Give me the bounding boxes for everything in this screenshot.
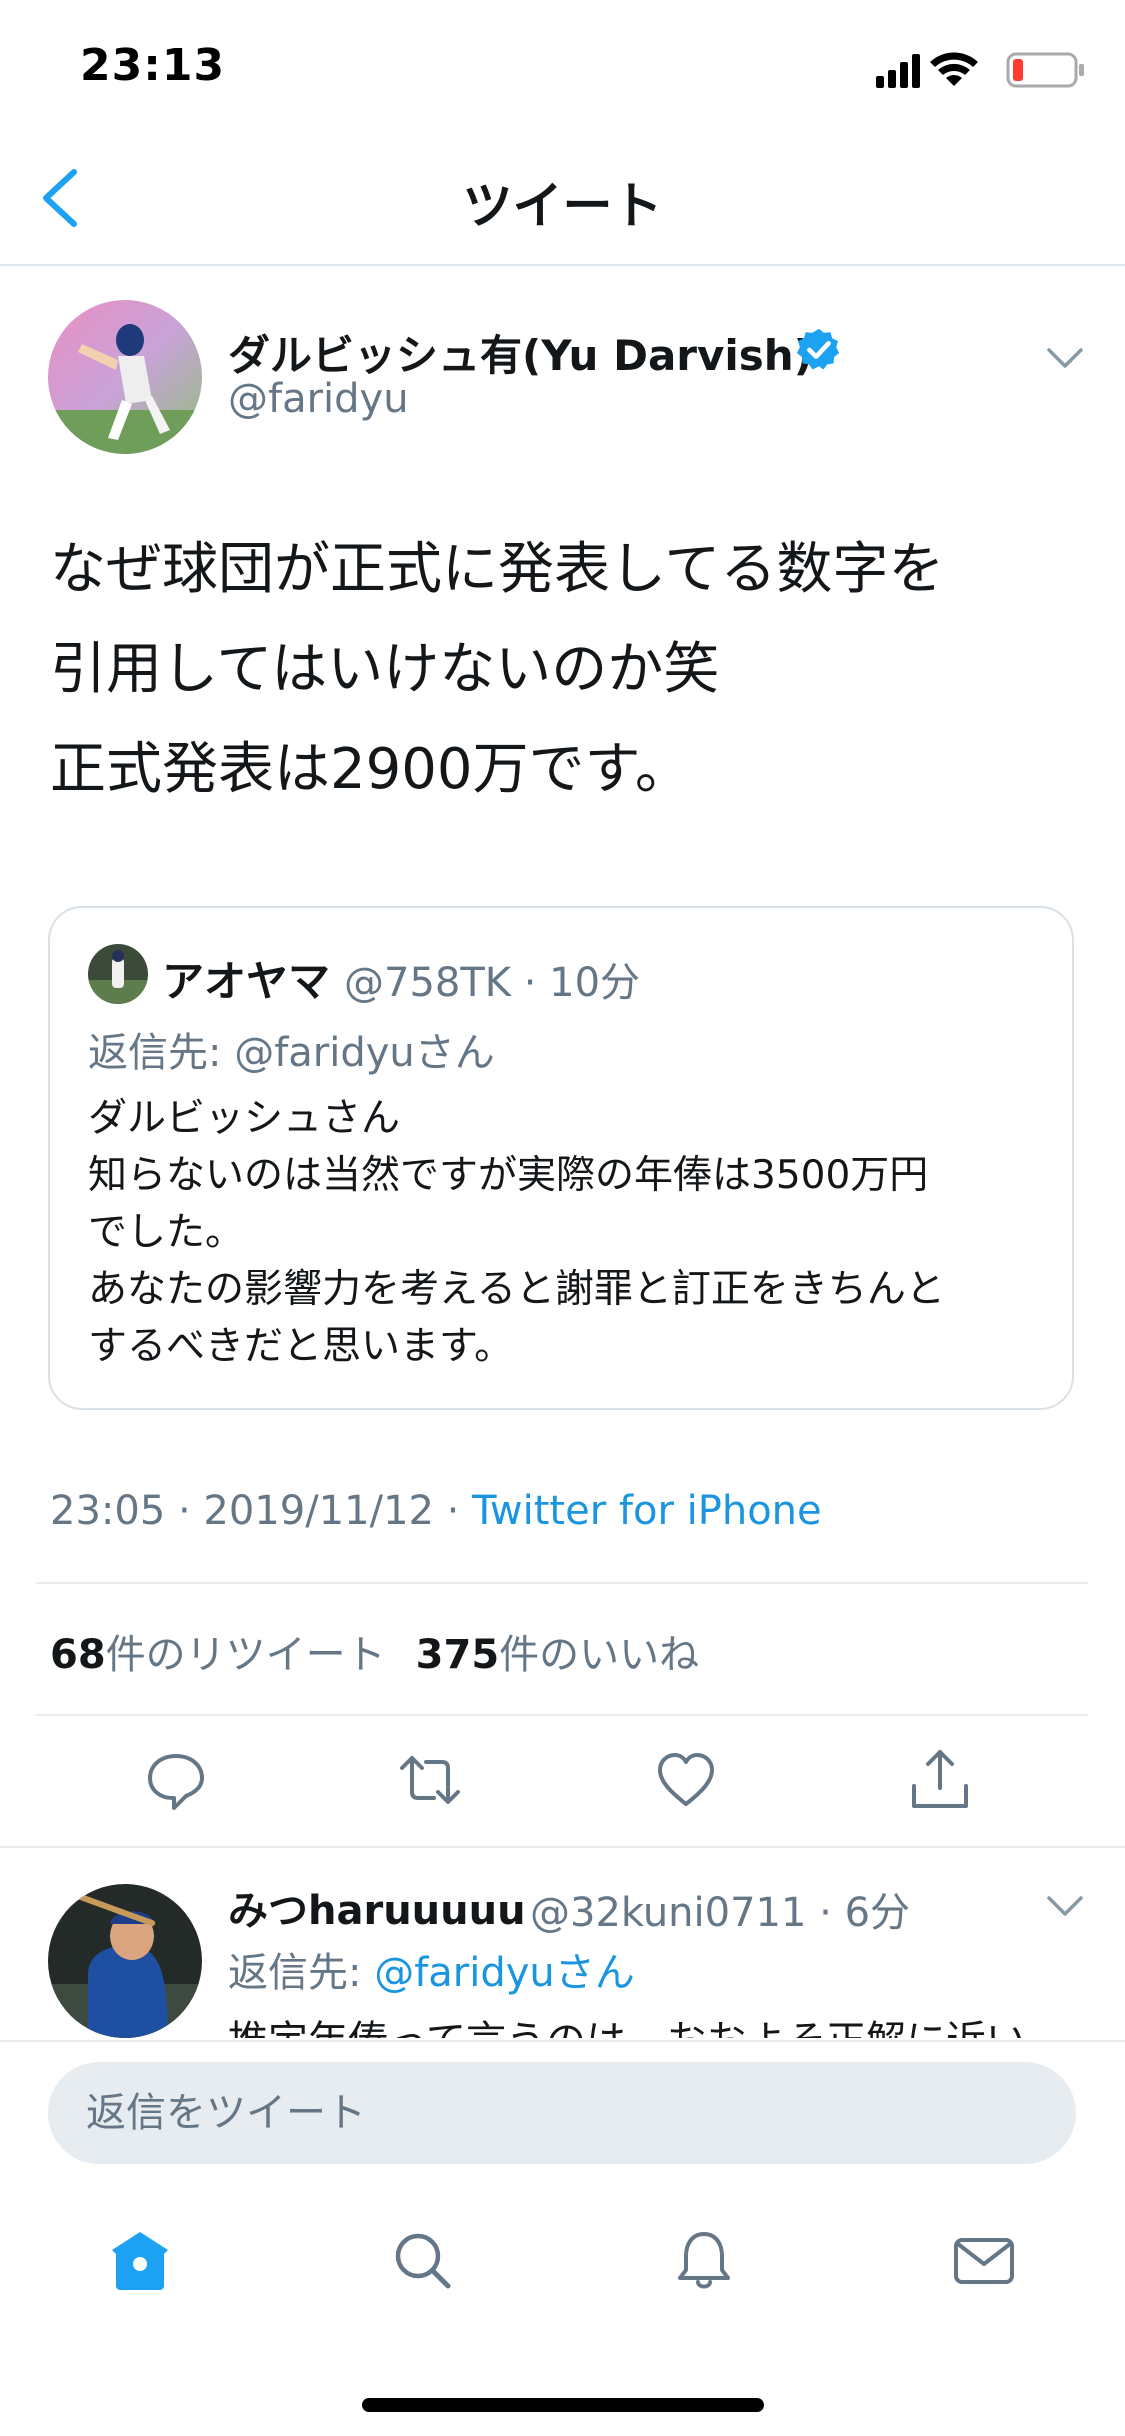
reply-mention-link[interactable]: @faridyuさん bbox=[374, 1950, 635, 1996]
timestamp-text: 23:05 · 2019/11/12 · bbox=[50, 1488, 473, 1534]
status-icons bbox=[876, 52, 1084, 88]
reply-text: 推定年俸って言うのは、おおよそ正解に近い bbox=[228, 2008, 1026, 2038]
verified-badge-icon bbox=[796, 328, 840, 370]
reply-author-avatar[interactable] bbox=[48, 1884, 202, 2038]
wifi-icon bbox=[930, 52, 978, 86]
search-icon[interactable] bbox=[390, 2228, 454, 2292]
like-stat[interactable]: 375件のいいね bbox=[416, 1632, 700, 1678]
like-count: 375 bbox=[415, 1632, 500, 1678]
reply-compose-input[interactable] bbox=[48, 2062, 1076, 2164]
divider bbox=[36, 1714, 1088, 1716]
reply-to-prefix: 返信先: bbox=[228, 1950, 375, 1996]
retweet-stat[interactable]: 68件のリツイート bbox=[50, 1632, 386, 1678]
tweet-stats: 68件のリツイート 375件のいいね bbox=[50, 1622, 699, 1680]
home-icon[interactable] bbox=[108, 2228, 172, 2292]
retweet-count: 68 bbox=[50, 1632, 106, 1678]
share-icon[interactable] bbox=[908, 1748, 972, 1812]
status-time: 23:13 bbox=[80, 40, 226, 91]
divider bbox=[0, 264, 1125, 266]
quoted-tweet-text: ダルビッシュさん 知らないのは当然ですが実際の年俸は3500万円 でした。 あな… bbox=[88, 1096, 945, 1369]
tweet-timestamp: 23:05 · 2019/11/12 · Twitter for iPhone bbox=[50, 1488, 822, 1534]
signal-icon bbox=[876, 54, 920, 88]
page-title: ツイート bbox=[462, 177, 663, 235]
like-icon[interactable] bbox=[654, 1748, 718, 1812]
tweet-source-link[interactable]: Twitter for iPhone bbox=[472, 1488, 822, 1534]
divider bbox=[0, 1846, 1125, 1848]
author-handle[interactable]: @faridyu bbox=[228, 376, 409, 422]
reply-icon[interactable] bbox=[144, 1748, 208, 1812]
messages-icon[interactable] bbox=[952, 2228, 1016, 2292]
battery-icon bbox=[1006, 52, 1084, 88]
reply-handle-time: @32kuni0711 · 6分 bbox=[530, 1890, 911, 1936]
retweet-label: 件のリツイート bbox=[105, 1632, 386, 1678]
notifications-icon[interactable] bbox=[672, 2228, 736, 2292]
chevron-down-icon[interactable] bbox=[1046, 1894, 1084, 1918]
author-name[interactable]: ダルビッシュ有(Yu Darvish) bbox=[228, 322, 813, 383]
author-avatar[interactable] bbox=[48, 300, 202, 454]
quoted-handle-time: @758TK · 10分 bbox=[344, 960, 641, 1006]
quoted-author-name: アオヤマ bbox=[162, 957, 331, 1006]
like-label: 件のいいね bbox=[499, 1632, 700, 1678]
chevron-down-icon[interactable] bbox=[1046, 346, 1084, 370]
reply-author-name[interactable]: みつharuuuuu bbox=[228, 1878, 526, 1936]
retweet-icon[interactable] bbox=[398, 1748, 462, 1812]
home-indicator bbox=[362, 2398, 764, 2412]
tweet-text: なぜ球団が正式に発表してる数字を 引用してはいけないのか笑 正式発表は2900万… bbox=[50, 537, 945, 802]
reply-to: 返信先: @faridyuさん bbox=[228, 1940, 635, 1998]
divider bbox=[36, 1582, 1088, 1584]
quoted-reply-to: 返信先: @faridyuさん bbox=[88, 1030, 495, 1076]
quoted-author-avatar bbox=[88, 944, 148, 1004]
